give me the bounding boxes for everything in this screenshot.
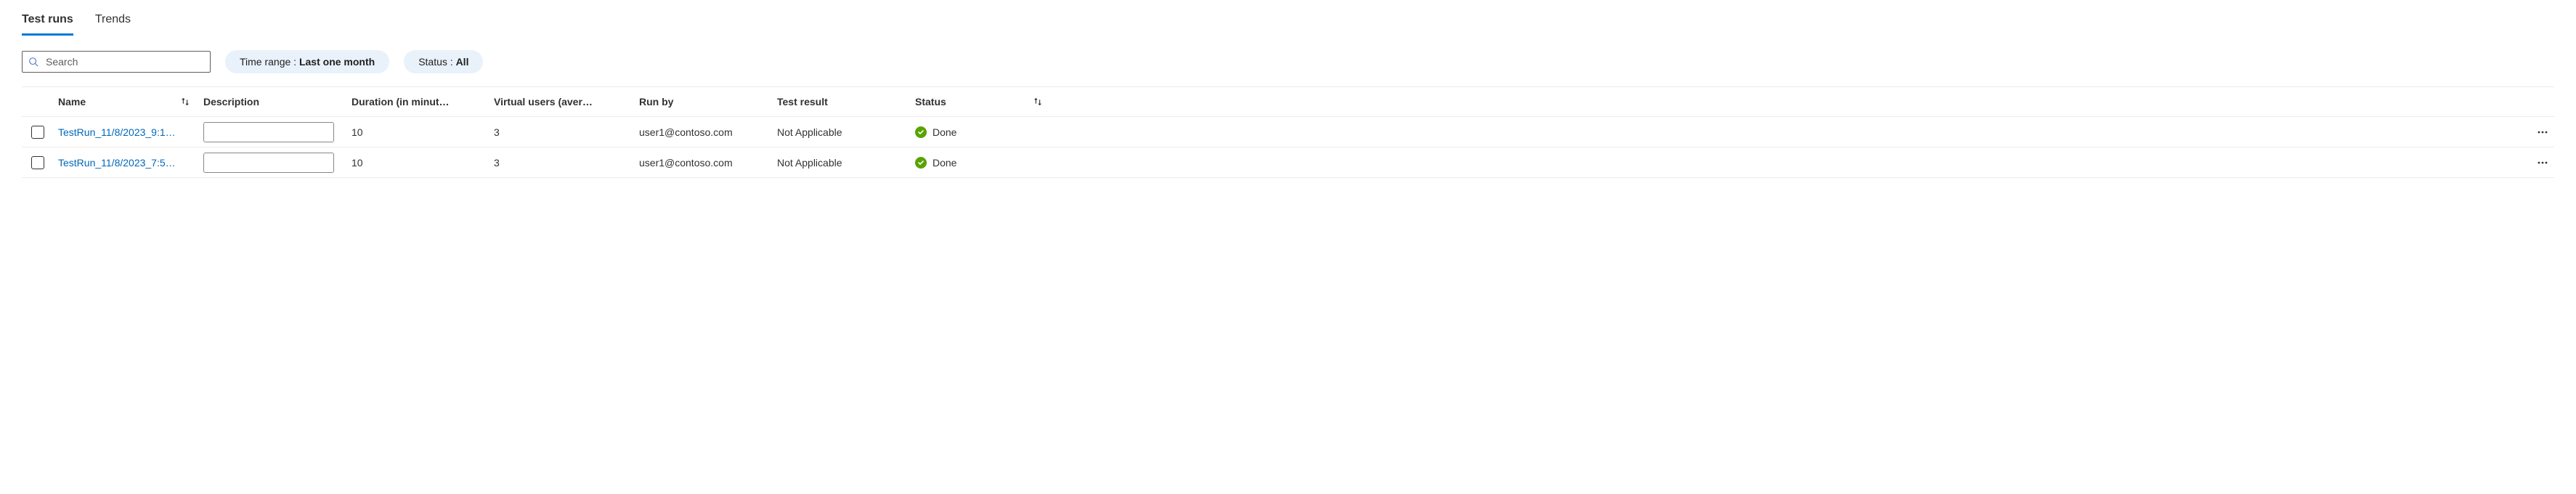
- header-description-label: Description: [203, 96, 259, 108]
- status-badge: Done: [915, 157, 956, 169]
- filter-time-range-label: Time range :: [240, 56, 299, 68]
- cell-test-result: Not Applicable: [773, 126, 911, 138]
- row-checkbox[interactable]: [31, 156, 44, 169]
- cell-run-by: user1@contoso.com: [635, 157, 773, 169]
- ellipsis-icon: [2537, 126, 2548, 138]
- test-run-link[interactable]: TestRun_11/8/2023_9:1…: [58, 126, 176, 138]
- tabs-bar: Test runs Trends: [22, 7, 2554, 36]
- success-icon: [915, 126, 927, 138]
- test-run-link[interactable]: TestRun_11/8/2023_7:5…: [58, 157, 176, 169]
- search-input-wrapper[interactable]: [22, 51, 211, 73]
- cell-duration: 10: [344, 126, 489, 138]
- header-status[interactable]: Status: [911, 96, 1020, 108]
- filter-time-range[interactable]: Time range : Last one month: [225, 50, 389, 73]
- header-status-label: Status: [915, 96, 946, 108]
- row-checkbox[interactable]: [31, 126, 44, 139]
- filter-row: Time range : Last one month Status : All: [22, 50, 2554, 73]
- filter-status-value: All: [456, 56, 469, 68]
- header-duration[interactable]: Duration (in minut…: [344, 96, 489, 108]
- sort-icon[interactable]: [1033, 97, 1043, 107]
- header-test-result[interactable]: Test result: [773, 96, 911, 108]
- header-name[interactable]: Name: [54, 96, 199, 108]
- success-icon: [915, 157, 927, 169]
- table-row: TestRun_11/8/2023_9:1… 10 3 user1@contos…: [22, 117, 2554, 147]
- cell-run-by: user1@contoso.com: [635, 126, 773, 138]
- cell-test-result: Not Applicable: [773, 157, 911, 169]
- filter-status-label: Status :: [418, 56, 455, 68]
- header-sort-col[interactable]: [1020, 97, 1056, 107]
- ellipsis-icon: [2537, 157, 2548, 169]
- more-actions-button[interactable]: [2534, 124, 2551, 141]
- cell-virtual-users: 3: [489, 126, 635, 138]
- header-virtual-users-label: Virtual users (aver…: [494, 96, 593, 108]
- filter-status[interactable]: Status : All: [404, 50, 483, 73]
- cell-duration: 10: [344, 157, 489, 169]
- status-text: Done: [933, 126, 956, 138]
- more-actions-button[interactable]: [2534, 154, 2551, 171]
- sort-icon[interactable]: [180, 97, 190, 107]
- header-duration-label: Duration (in minut…: [352, 96, 450, 108]
- status-text: Done: [933, 157, 956, 169]
- description-input[interactable]: [203, 122, 334, 142]
- tab-trends[interactable]: Trends: [95, 7, 131, 36]
- table-row: TestRun_11/8/2023_7:5… 10 3 user1@contos…: [22, 147, 2554, 178]
- header-test-result-label: Test result: [777, 96, 828, 108]
- filter-time-range-value: Last one month: [299, 56, 375, 68]
- test-runs-table: Name Description Duration (in minut… Vir…: [22, 86, 2554, 178]
- header-run-by-label: Run by: [639, 96, 673, 108]
- description-input[interactable]: [203, 153, 334, 173]
- status-badge: Done: [915, 126, 956, 138]
- search-input[interactable]: [44, 55, 210, 68]
- header-description[interactable]: Description: [199, 96, 344, 108]
- cell-virtual-users: 3: [489, 157, 635, 169]
- header-run-by[interactable]: Run by: [635, 96, 773, 108]
- header-virtual-users[interactable]: Virtual users (aver…: [489, 96, 635, 108]
- header-name-label: Name: [58, 96, 86, 108]
- table-header: Name Description Duration (in minut… Vir…: [22, 86, 2554, 117]
- search-icon: [28, 57, 38, 67]
- tab-test-runs[interactable]: Test runs: [22, 7, 73, 36]
